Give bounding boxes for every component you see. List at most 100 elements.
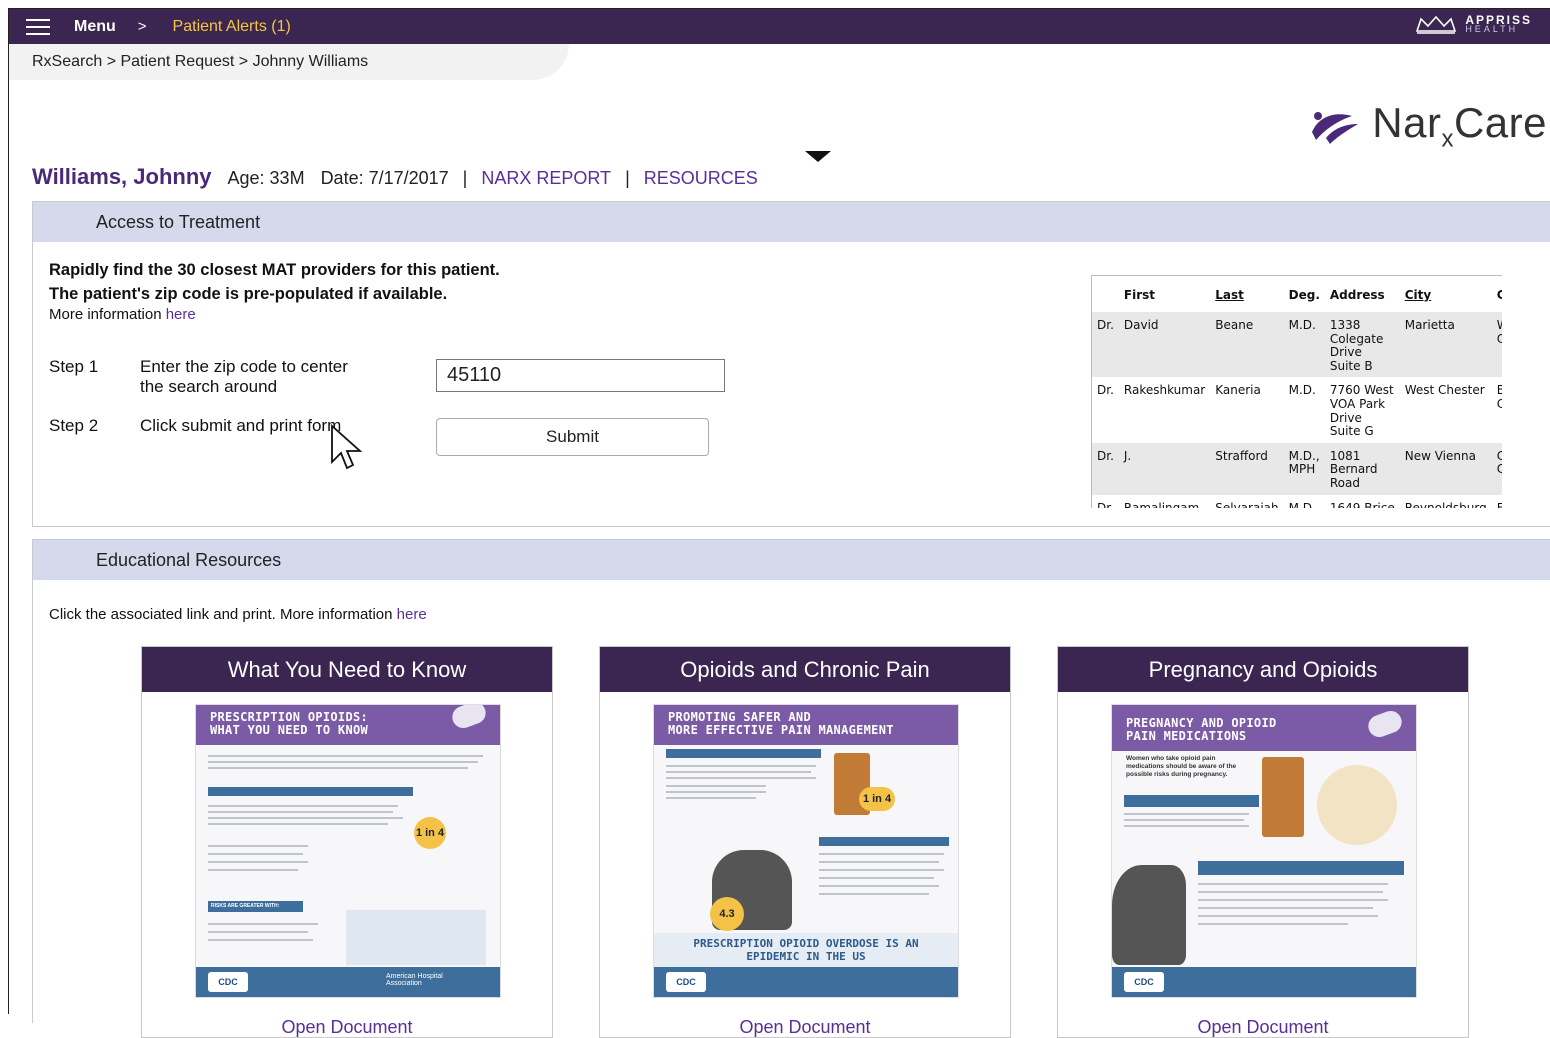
- step1-label: Step 1: [49, 357, 99, 376]
- cell: Ramalingam: [1123, 500, 1200, 508]
- education-more-info-link[interactable]: here: [397, 606, 427, 623]
- header-separator: |: [625, 168, 630, 188]
- mat-provider-table-preview: First Last Deg. Address City Cour Dr. Da…: [1091, 275, 1502, 508]
- stat-badge: 4.3: [710, 897, 744, 931]
- cell: Reynoldsburg: [1404, 500, 1487, 508]
- cell: David: [1118, 312, 1211, 378]
- pill-bottle-icon: [1262, 757, 1304, 837]
- resources-indicator-caret-icon: [805, 151, 831, 162]
- cell: Dr.: [1092, 312, 1119, 378]
- narxcare-leaf-icon: [1312, 112, 1359, 145]
- document-thumbnail[interactable]: PRESCRIPTION OPIOIDS: WHAT YOU NEED TO K…: [195, 704, 501, 998]
- cdc-logo: CDC: [1124, 972, 1164, 992]
- cell: M.D., MPH: [1283, 442, 1325, 495]
- narx-report-link[interactable]: NARX REPORT: [481, 168, 611, 189]
- education-intro: Click the associated link and print. Mor…: [49, 606, 427, 623]
- resource-card-what-you-need-to-know: What You Need to Know PRESCRIPTION OPIOI…: [141, 646, 553, 1038]
- resources-link[interactable]: RESOURCES: [644, 168, 758, 189]
- open-document-link[interactable]: Open Document: [142, 1017, 552, 1038]
- cell: Rakeshkumar: [1123, 383, 1206, 398]
- section-header: Educational Resources: [33, 540, 1550, 580]
- thumbnail-footer: CDC: [1112, 967, 1416, 997]
- column-header: Deg.: [1283, 276, 1325, 312]
- thumbnail-subhead: RISKS ARE GREATER WITH:: [208, 901, 303, 912]
- cell: Selvarajah: [1215, 500, 1279, 508]
- cell: 1649 Brice: [1329, 500, 1395, 508]
- cell: M.D.: [1283, 312, 1325, 378]
- patient-alerts-link[interactable]: Patient Alerts (1): [173, 18, 291, 36]
- table-row: Dr. Rakeshkumar Kaneria M.D. 7760 West V…: [1092, 377, 1502, 442]
- cell: M.D.: [1288, 500, 1316, 508]
- cell: Wash Coun: [1491, 312, 1502, 378]
- nav-separator: >: [137, 18, 147, 35]
- column-header: [1092, 276, 1119, 312]
- treatment-intro: Rapidly find the 30 closest MAT provider…: [49, 258, 500, 306]
- cell: 1081 Bernard Road: [1324, 442, 1400, 495]
- mouse-pointer-icon: [331, 424, 363, 470]
- resource-card-pregnancy-and-opioids: Pregnancy and Opioids PREGNANCY AND OPIO…: [1057, 646, 1469, 1038]
- cell: Dr.: [1092, 442, 1119, 495]
- table-row: Dr. David Beane M.D. 1338 Colegate Drive…: [1092, 312, 1502, 378]
- cell: Marietta: [1399, 312, 1492, 378]
- table-row: Dr. J. Strafford M.D., MPH 1081 Bernard …: [1092, 442, 1502, 495]
- cdc-logo: CDC: [208, 972, 248, 992]
- narxcare-logo: NarxCare: [1304, 99, 1547, 153]
- table-header-row: First Last Deg. Address City Cour: [1092, 276, 1502, 312]
- column-header: Address: [1324, 276, 1400, 312]
- submit-button[interactable]: Submit: [436, 418, 709, 456]
- breadcrumb: RxSearch > Patient Request > Johnny Will…: [32, 53, 369, 70]
- card-title: Opioids and Chronic Pain: [600, 647, 1010, 692]
- appriss-crown-icon: [1416, 15, 1457, 34]
- step1-text: the search around: [140, 377, 278, 396]
- patient-age: Age: 33M: [227, 168, 305, 188]
- cell: New Vienna: [1399, 442, 1492, 495]
- thumbnail-callout: PRESCRIPTION OPIOID OVERDOSE IS AN EPIDE…: [693, 937, 919, 963]
- column-header: First: [1118, 276, 1211, 312]
- stat-badge: 1 in 4: [859, 787, 895, 811]
- menu-button[interactable]: Menu: [74, 18, 116, 36]
- step2-label: Step 2: [49, 416, 99, 435]
- intro-line: Rapidly find the 30 closest MAT provider…: [49, 261, 500, 279]
- step1-text: Enter the zip code to center: [140, 357, 348, 376]
- cell: J.: [1118, 442, 1211, 495]
- document-thumbnail[interactable]: PROMOTING SAFER AND MORE EFFECTIVE PAIN …: [653, 704, 959, 998]
- column-header-sortable[interactable]: City: [1399, 276, 1492, 312]
- aha-logo: American Hospital Association: [386, 973, 443, 987]
- report-date: Date: 7/17/2017: [320, 168, 449, 188]
- step1-instructions: Enter the zip code to center the search …: [140, 357, 348, 397]
- cell: West Chester: [1404, 383, 1485, 398]
- zip-code-input[interactable]: [436, 359, 725, 392]
- cell: Clint Coun: [1491, 442, 1502, 495]
- patient-header: Williams, Johnny Age: 33M Date: 7/17/201…: [32, 164, 758, 190]
- patient-name: Williams, Johnny: [32, 164, 212, 189]
- cell: M.D.: [1288, 383, 1316, 398]
- cell: Frank: [1492, 495, 1502, 508]
- cell: Strafford: [1210, 442, 1284, 495]
- resource-card-opioids-and-chronic-pain: Opioids and Chronic Pain PROMOTING SAFER…: [599, 646, 1011, 1038]
- cell: 7760 West VOA Park Drive Suite G: [1329, 383, 1394, 439]
- document-thumbnail[interactable]: PREGNANCY AND OPIOID PAIN MEDICATIONS Wo…: [1111, 704, 1417, 998]
- open-document-link[interactable]: Open Document: [1058, 1017, 1468, 1038]
- header-separator: |: [462, 168, 468, 188]
- thumbnail-lead: Women who take opioid pain medications s…: [1126, 755, 1237, 778]
- hamburger-menu-icon[interactable]: [26, 18, 50, 35]
- educational-resources-section: Educational Resources Click the associat…: [32, 539, 1550, 1038]
- app-frame: Menu > Patient Alerts (1) APPRISS HEALTH…: [8, 8, 1550, 1038]
- access-to-treatment-section: Access to Treatment Rapidly find the 30 …: [32, 201, 1550, 527]
- thumbnail-banner: PROMOTING SAFER AND MORE EFFECTIVE PAIN …: [654, 705, 958, 745]
- column-header: Cour: [1491, 276, 1502, 312]
- column-header-sortable[interactable]: Last: [1210, 276, 1284, 312]
- education-intro-text: Click the associated link and print. Mor…: [49, 606, 393, 623]
- narxcare-wordmark: NarxCare: [1372, 99, 1547, 153]
- intro-line: The patient's zip code is pre-populated …: [49, 285, 448, 303]
- open-document-link[interactable]: Open Document: [600, 1017, 1010, 1038]
- thumbnail-footer: CDC American Hospital Association: [196, 967, 500, 997]
- provider-table: First Last Deg. Address City Cour Dr. Da…: [1092, 276, 1502, 508]
- cell: Butle Coun: [1492, 377, 1502, 442]
- section-header: Access to Treatment: [33, 202, 1550, 242]
- table-row: Dr. Ramalingam Selvarajah M.D. 1649 Bric…: [1092, 495, 1502, 508]
- card-title: What You Need to Know: [142, 647, 552, 692]
- cell: 1338 Colegate Drive Suite B: [1324, 312, 1400, 378]
- more-info-link[interactable]: here: [166, 306, 196, 323]
- appriss-logo: APPRISS HEALTH: [1415, 14, 1532, 35]
